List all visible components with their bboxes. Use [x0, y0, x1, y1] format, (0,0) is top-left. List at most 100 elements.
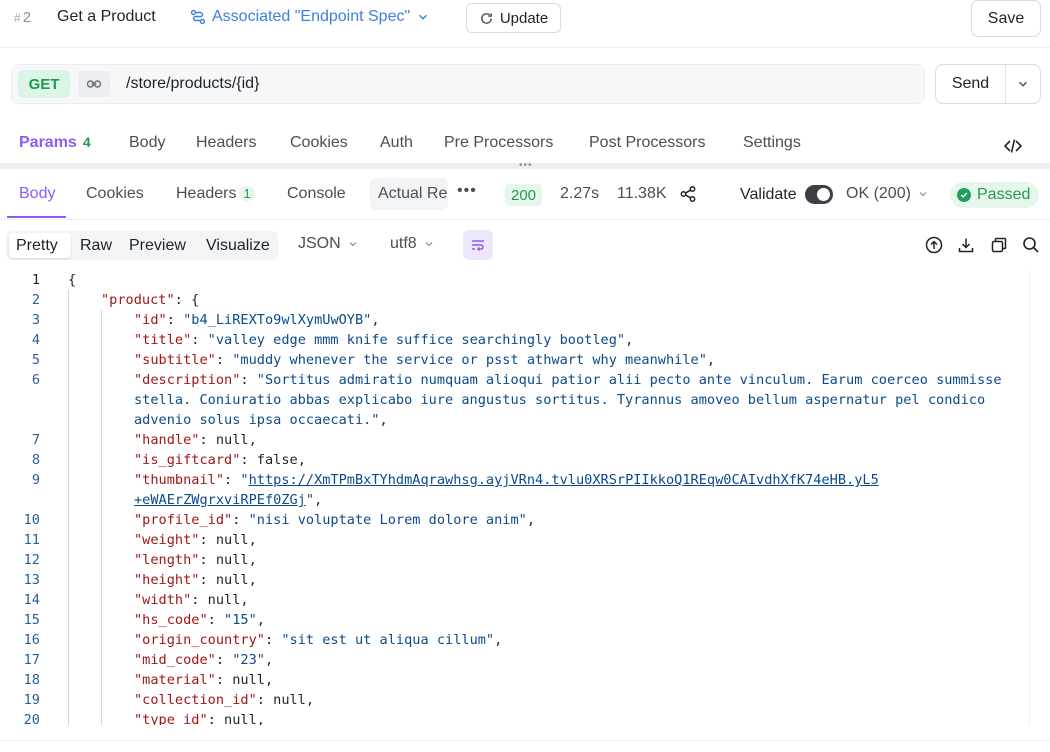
more-tabs-icon[interactable]: ••• — [457, 182, 477, 200]
json-key: "title" — [134, 332, 192, 348]
json-punctuation: { — [68, 272, 77, 288]
code-text: "width": null, — [134, 590, 249, 610]
view-raw[interactable]: Raw — [80, 237, 112, 255]
code-text: "profile_id": "nisi voluptate Lorem dolo… — [134, 510, 535, 530]
url-input[interactable] — [126, 75, 906, 93]
tab-pre-processors[interactable]: Pre Processors — [444, 134, 553, 152]
json-string: "23" — [232, 652, 265, 668]
json-key: "description" — [134, 372, 241, 388]
tab-auth[interactable]: Auth — [380, 134, 413, 152]
tab-response-body[interactable]: Body — [19, 185, 55, 203]
share-icon[interactable] — [679, 185, 697, 203]
code-line: 6 "description": "Sortitus admiratio numq… — [0, 370, 1029, 390]
hash-icon: # — [14, 11, 21, 25]
validate-label: Validate — [740, 186, 797, 203]
json-string: advenio solus ipsa occaecati." — [134, 412, 380, 428]
endpoint-number: #2 — [14, 9, 31, 26]
json-string: "valley edge mmm knife suffice searching… — [207, 332, 626, 348]
line-number: 7 — [31, 432, 40, 448]
expected-status-dropdown[interactable]: OK (200) — [846, 185, 929, 203]
code-text: "hs_code": "15", — [134, 610, 265, 630]
json-url-link[interactable]: +eWAErZWgrxviRPEf0ZGj — [134, 492, 306, 508]
json-string: " — [305, 492, 315, 508]
response-json-viewer[interactable]: 1{2 "product": {3 "id": "b4_LiREXTo9wlXymU… — [0, 270, 1029, 725]
code-line: 20 "type_id": null, — [0, 710, 1029, 725]
view-visualize[interactable]: Visualize — [206, 237, 270, 255]
code-text: "description": "Sortitus admiratio numqu… — [134, 370, 1002, 390]
code-text: "title": "valley edge mmm knife suffice … — [134, 330, 633, 350]
upload-circle-icon[interactable] — [925, 236, 943, 254]
code-line: 15 "hs_code": "15", — [0, 610, 1029, 630]
line-number: 20 — [23, 712, 40, 725]
encoding-dropdown[interactable]: utf8 — [390, 235, 435, 253]
json-url-link[interactable]: https://XmTPmBxTYhdmAqrawhsg.ayjVRn4.tvl… — [249, 472, 879, 488]
view-mode-segment: Pretty Raw Preview Visualize — [6, 231, 278, 260]
json-key: "subtitle" — [134, 352, 216, 368]
wrap-icon — [472, 240, 484, 252]
json-punctuation: : — [215, 652, 233, 668]
code-text: "thumbnail": "https://XmTPmBxTYhdmAqrawh… — [134, 470, 879, 490]
json-punctuation: , — [314, 492, 323, 508]
tab-response-headers[interactable]: Headers 1 — [176, 185, 255, 203]
chevron-down-icon — [425, 242, 433, 247]
bottom-divider — [0, 740, 1050, 741]
code-text: "mid_code": "23", — [134, 650, 273, 670]
view-preview[interactable]: Preview — [129, 237, 186, 255]
code-line: 8 "is_giftcard": false, — [0, 450, 1029, 470]
tab-response-cookies[interactable]: Cookies — [86, 185, 144, 203]
word-wrap-button[interactable] — [463, 230, 493, 260]
line-number: 1 — [31, 272, 40, 288]
line-number: 18 — [23, 672, 40, 688]
format-dropdown[interactable]: JSON — [298, 235, 359, 253]
encoding-label: utf8 — [390, 235, 417, 252]
code-icon[interactable] — [1003, 136, 1023, 156]
code-text: +eWAErZWgrxviRPEf0ZGj", — [134, 490, 322, 510]
send-button[interactable]: Send — [936, 65, 1006, 103]
code-line: 1{ — [0, 270, 1029, 290]
line-number: 13 — [23, 572, 40, 588]
json-punctuation: , — [526, 512, 536, 528]
json-punctuation: : — [264, 632, 282, 648]
tab-params[interactable]: Params 4 — [19, 134, 91, 152]
update-label: Update — [499, 9, 549, 27]
associated-spec-dropdown[interactable]: Associated "Endpoint Spec" — [190, 8, 430, 26]
chevron-down-icon — [419, 14, 428, 20]
tab-response-headers-label: Headers — [176, 185, 237, 202]
tab-headers[interactable]: Headers — [196, 134, 256, 152]
send-options-button[interactable] — [1006, 65, 1040, 103]
tab-console[interactable]: Console — [287, 185, 346, 203]
link-icon — [86, 80, 102, 88]
json-key: "length" — [134, 552, 200, 568]
json-punctuation: , — [256, 612, 265, 628]
save-button[interactable]: Save — [971, 0, 1041, 37]
search-icon[interactable] — [1022, 236, 1040, 254]
tab-actual-request[interactable]: Actual Request — [370, 178, 448, 210]
scrollbar-track[interactable] — [1029, 270, 1030, 725]
tab-body[interactable]: Body — [129, 134, 165, 152]
view-pretty[interactable]: Pretty — [16, 237, 58, 255]
chevron-down-icon — [1019, 81, 1027, 87]
line-number: 15 — [23, 612, 40, 628]
json-punctuation: , — [494, 632, 503, 648]
json-punctuation: , — [264, 652, 274, 668]
response-time: 2.27s — [560, 185, 600, 202]
tab-cookies[interactable]: Cookies — [290, 134, 348, 152]
endpoint-name[interactable]: Get a Product — [57, 8, 156, 26]
download-icon[interactable] — [957, 236, 975, 254]
tab-settings[interactable]: Settings — [743, 134, 801, 152]
code-text: "length": null, — [134, 550, 257, 570]
copy-icon[interactable] — [990, 236, 1008, 254]
code-text: { — [68, 270, 76, 290]
line-number: 9 — [31, 472, 40, 488]
tab-post-processors[interactable]: Post Processors — [589, 134, 705, 152]
method-selector[interactable]: GET — [18, 70, 70, 98]
json-punctuation: , — [625, 332, 634, 348]
code-line: 7 "handle": null, — [0, 430, 1029, 450]
code-text: "collection_id": null, — [134, 690, 314, 710]
line-number: 16 — [23, 632, 40, 648]
validate-toggle[interactable] — [805, 185, 833, 204]
code-line: 14 "width": null, — [0, 590, 1029, 610]
link-icon-button[interactable] — [78, 71, 110, 97]
update-button[interactable]: Update — [466, 3, 561, 33]
json-punctuation: : — [166, 312, 184, 328]
